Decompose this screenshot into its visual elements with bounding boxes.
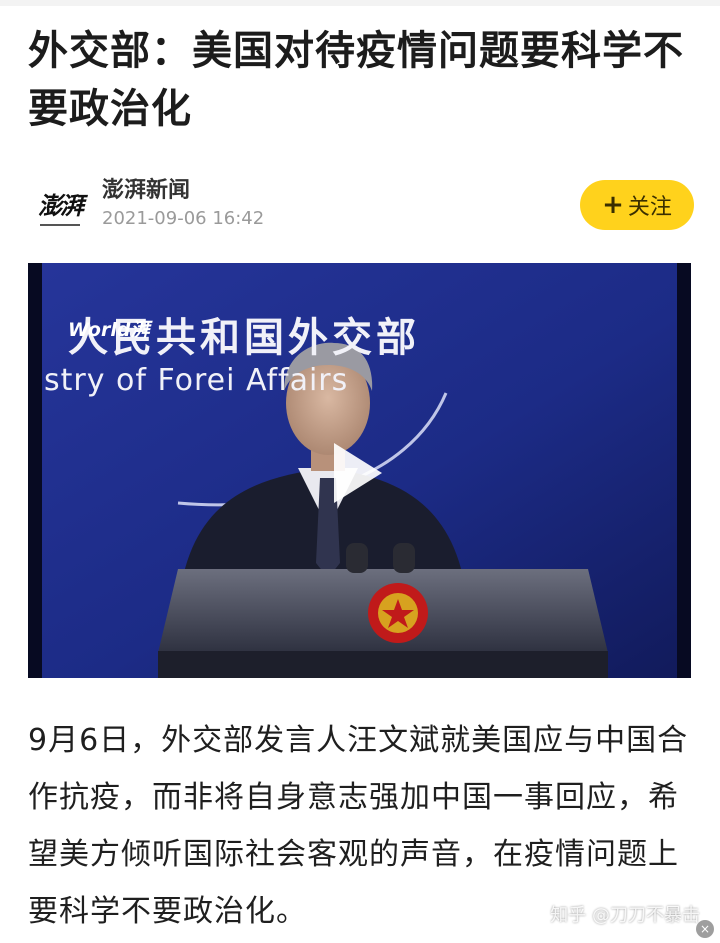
- site-watermark: 知乎 @刀刀不暴击: [550, 905, 700, 926]
- video-player[interactable]: 人民共和国外交部 stry of Forei Affairs World湃: [28, 263, 691, 678]
- play-icon: [334, 443, 382, 503]
- publish-timestamp: 2021-09-06 16:42: [102, 208, 265, 229]
- publisher-avatar[interactable]: 澎湃: [28, 174, 92, 238]
- logo-underline: [40, 224, 80, 226]
- follow-button-label: 关注: [627, 195, 672, 220]
- follow-button[interactable]: + 关注: [580, 180, 694, 230]
- article-title: 外交部：美国对待疫情问题要科学不要政治化: [28, 28, 684, 132]
- plus-icon: +: [602, 190, 624, 220]
- close-icon[interactable]: ×: [696, 920, 714, 938]
- video-watermark: World湃: [68, 319, 150, 341]
- backdrop-english-text: stry of Forei Affairs: [44, 363, 349, 398]
- author-row: 澎湃 澎湃新闻 2021-09-06 16:42 + 关注: [28, 168, 694, 244]
- publisher-logo: 澎湃: [38, 191, 84, 220]
- publisher-name[interactable]: 澎湃新闻: [102, 172, 190, 204]
- top-strip: [0, 0, 720, 6]
- play-button[interactable]: [326, 441, 390, 505]
